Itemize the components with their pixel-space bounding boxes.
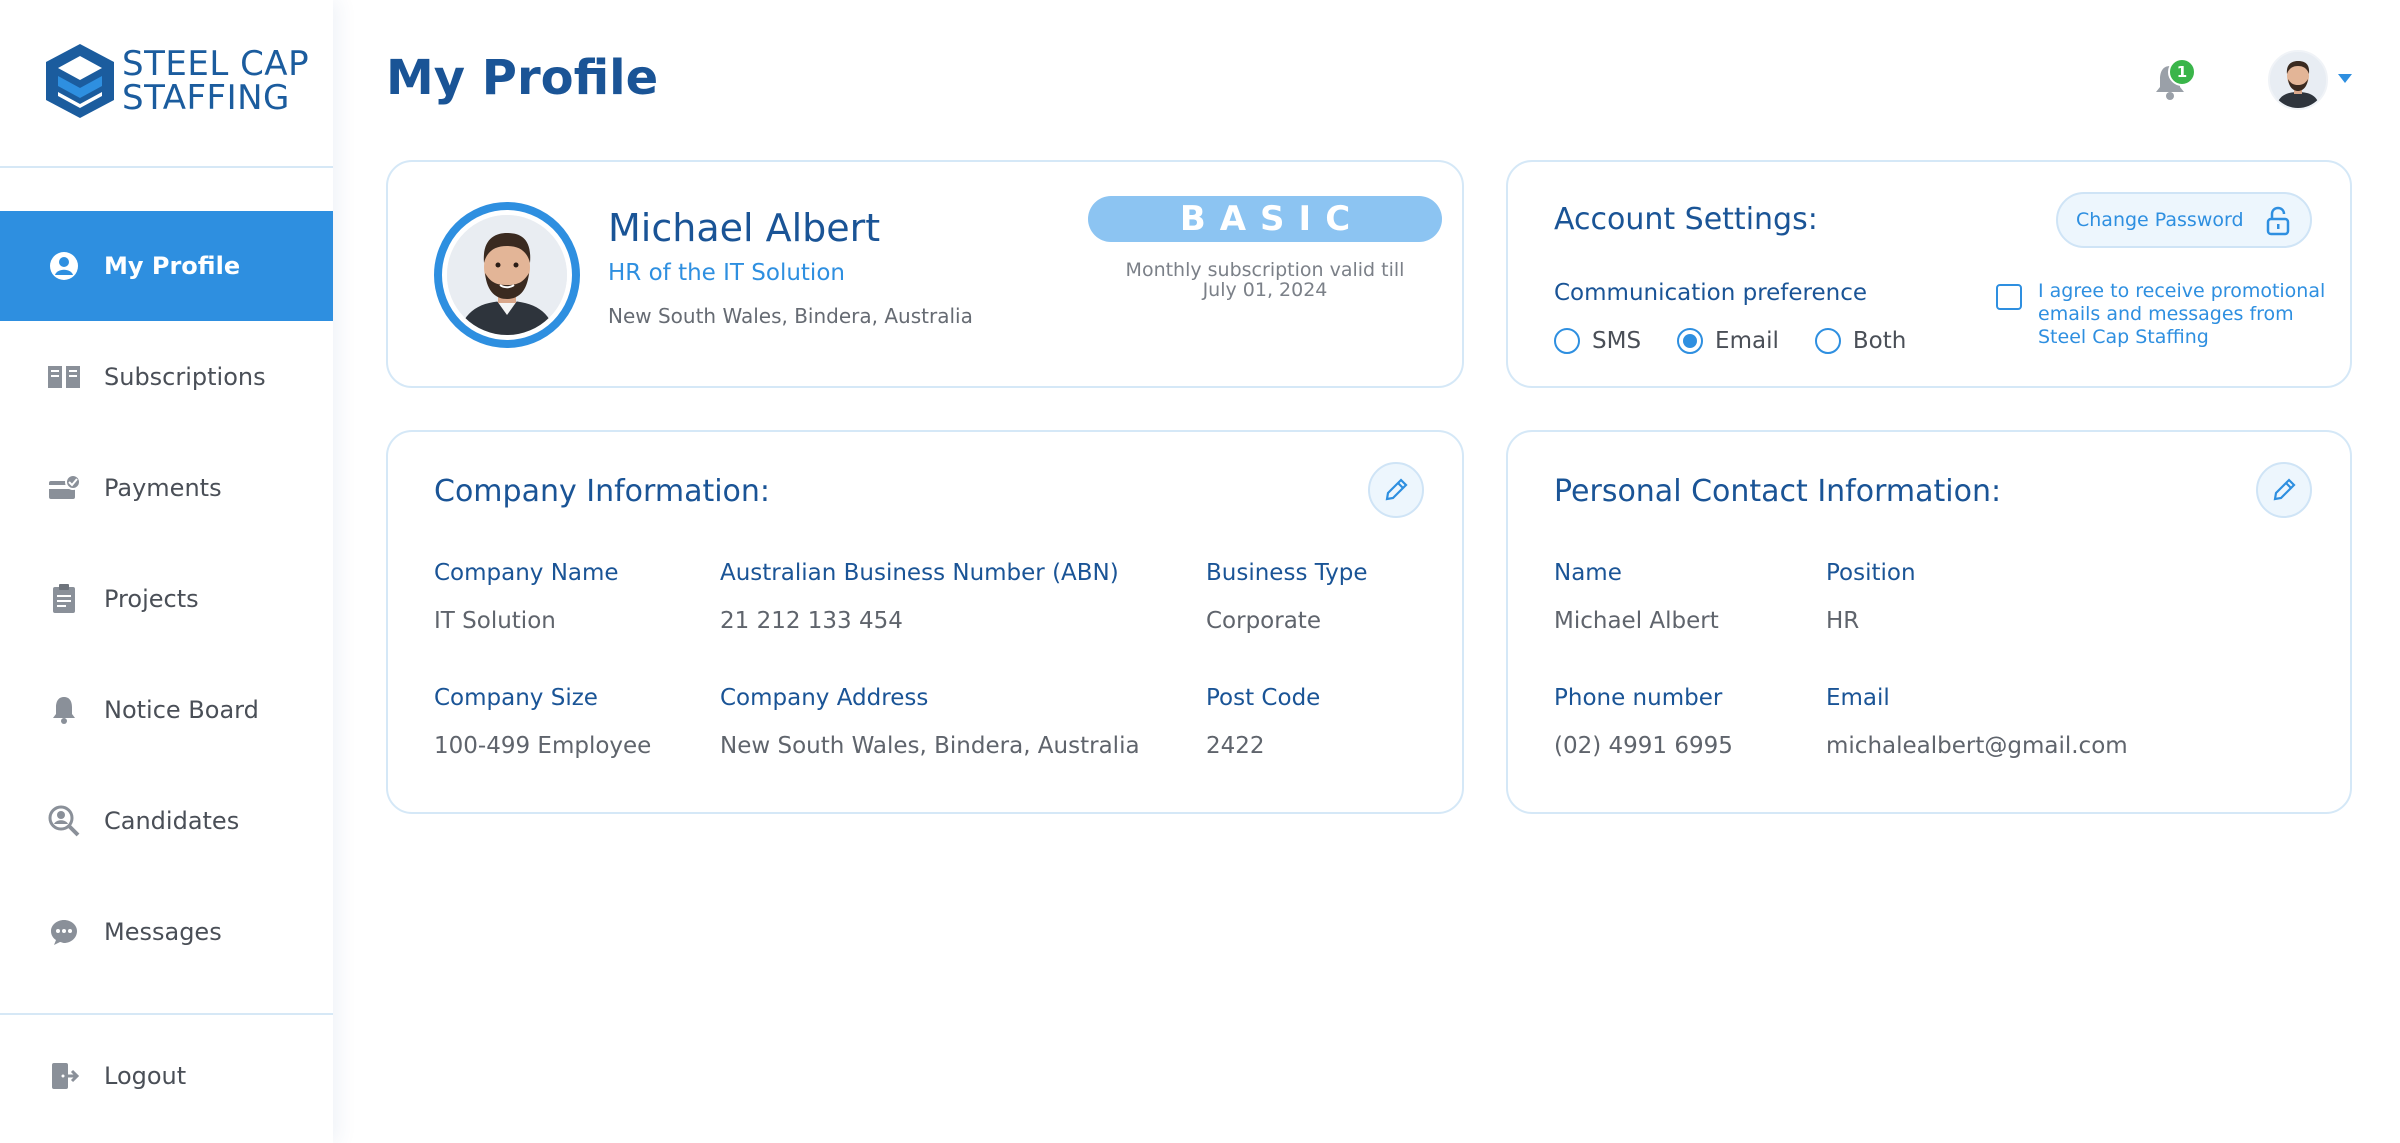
sidebar-item-label: Notice Board [104, 696, 259, 724]
company-address-value: New South Wales, Bindera, Australia [720, 733, 1140, 759]
candidate-search-icon [46, 803, 82, 839]
user-circle-icon [46, 248, 82, 284]
sidebar-item-candidates[interactable]: Candidates [0, 766, 333, 876]
promotional-consent-checkbox[interactable] [1996, 284, 2022, 310]
sidebar-divider [0, 1013, 333, 1015]
company-size-label: Company Size [434, 685, 598, 711]
profile-location: New South Wales, Bindera, Australia [608, 304, 973, 328]
sidebar-item-notice-board[interactable]: Notice Board [0, 655, 333, 765]
sidebar-item-label: Projects [104, 585, 199, 613]
business-type-value: Corporate [1206, 608, 1321, 634]
avatar[interactable] [2268, 50, 2328, 110]
radio-label: Both [1852, 328, 1907, 354]
personal-contact-title: Personal Contact Information: [1554, 474, 2002, 509]
change-password-label: Change Password [2076, 209, 2244, 231]
sidebar-item-label: Messages [104, 918, 222, 946]
subscription-validity: Monthly subscription valid till July 01,… [1088, 260, 1442, 300]
sidebar-divider [0, 166, 333, 168]
company-size-value: 100-499 Employee [434, 733, 652, 759]
account-settings-title: Account Settings: [1554, 202, 1818, 237]
company-information-title: Company Information: [434, 474, 771, 509]
radio-indicator [1814, 328, 1841, 354]
company-information-card: Company Information: Company Name IT Sol… [386, 430, 1464, 814]
bell-icon [46, 692, 82, 728]
radio-indicator [1554, 328, 1580, 354]
sidebar-item-payments[interactable]: Payments [0, 433, 333, 543]
post-code-label: Post Code [1206, 685, 1321, 711]
abn-value: 21 212 133 454 [720, 608, 903, 634]
phone-value: (02) 4991 6995 [1554, 733, 1733, 759]
profile-name: Michael Albert [608, 206, 881, 250]
company-name-value: IT Solution [434, 608, 556, 634]
profile-avatar [434, 202, 580, 348]
chevron-down-icon[interactable] [2338, 74, 2352, 83]
profile-role: HR of the IT Solution [608, 260, 845, 286]
subscription-validity-line-1: Monthly subscription valid till [1125, 259, 1405, 281]
company-name-label: Company Name [434, 560, 619, 586]
payment-icon [46, 470, 82, 506]
page-title: My Profile [386, 50, 659, 106]
brand-line-1: STEEL CAP [122, 44, 310, 84]
radio-sms[interactable]: SMS [1554, 328, 1641, 354]
profile-photo [447, 215, 567, 335]
personal-contact-card: Personal Contact Information: Name Micha… [1506, 430, 2352, 814]
position-label: Position [1826, 560, 1916, 586]
brand-line-2: STAFFING [122, 78, 290, 118]
email-label: Email [1826, 685, 1890, 711]
sidebar: STEEL CAP STAFFING My Profile Subscripti… [0, 0, 333, 1143]
unlock-icon [2264, 206, 2292, 236]
chat-icon [46, 914, 82, 950]
subscription-plan-badge: BASIC [1088, 196, 1442, 242]
book-icon [46, 359, 82, 395]
account-settings-card: Account Settings: Change Password Commun… [1506, 160, 2352, 388]
post-code-value: 2422 [1206, 733, 1265, 759]
radio-indicator [1677, 328, 1704, 354]
notification-badge: 1 [2168, 58, 2196, 86]
radio-both[interactable]: Both [1814, 328, 1907, 354]
pencil-icon [1385, 478, 1408, 501]
edit-personal-button[interactable] [2256, 462, 2312, 518]
pencil-icon [2273, 478, 2296, 501]
sidebar-item-projects[interactable]: Projects [0, 544, 333, 654]
email-value: michalealbert@gmail.com [1826, 733, 2128, 759]
radio-label: SMS [1592, 328, 1642, 354]
sidebar-item-label: Candidates [104, 807, 240, 835]
sidebar-item-label: Payments [104, 474, 222, 502]
sidebar-item-subscriptions[interactable]: Subscriptions [0, 322, 333, 432]
communication-preference-label: Communication preference [1554, 280, 1868, 306]
change-password-button[interactable]: Change Password [2056, 192, 2312, 248]
subscription-validity-line-2: July 01, 2024 [1202, 279, 1328, 301]
clipboard-icon [46, 581, 82, 617]
logout-icon [46, 1058, 82, 1094]
user-avatar-image [2270, 52, 2326, 108]
profile-card: Michael Albert HR of the IT Solution New… [386, 160, 1464, 388]
communication-preference-group: SMS Email Both [1554, 328, 1942, 354]
sidebar-item-label: My Profile [104, 252, 241, 280]
logout-label: Logout [104, 1062, 187, 1090]
abn-label: Australian Business Number (ABN) [720, 560, 1119, 586]
logo-icon [46, 44, 114, 118]
edit-company-button[interactable] [1368, 462, 1424, 518]
sidebar-item-label: Subscriptions [104, 363, 266, 391]
promotional-consent-label: I agree to receive promotional emails an… [2038, 280, 2326, 348]
brand-logo[interactable]: STEEL CAP STAFFING [44, 42, 309, 120]
sidebar-item-messages[interactable]: Messages [0, 877, 333, 987]
contact-name-value: Michael Albert [1554, 608, 1719, 634]
brand-name: STEEL CAP STAFFING [122, 47, 309, 115]
contact-name-label: Name [1554, 560, 1622, 586]
company-address-label: Company Address [720, 685, 929, 711]
radio-label: Email [1715, 328, 1779, 354]
business-type-label: Business Type [1206, 560, 1368, 586]
phone-label: Phone number [1554, 685, 1723, 711]
sidebar-item-my-profile[interactable]: My Profile [0, 211, 333, 321]
position-value: HR [1826, 608, 1860, 634]
radio-email[interactable]: Email [1677, 328, 1779, 354]
logout-button[interactable]: Logout [0, 1021, 333, 1131]
